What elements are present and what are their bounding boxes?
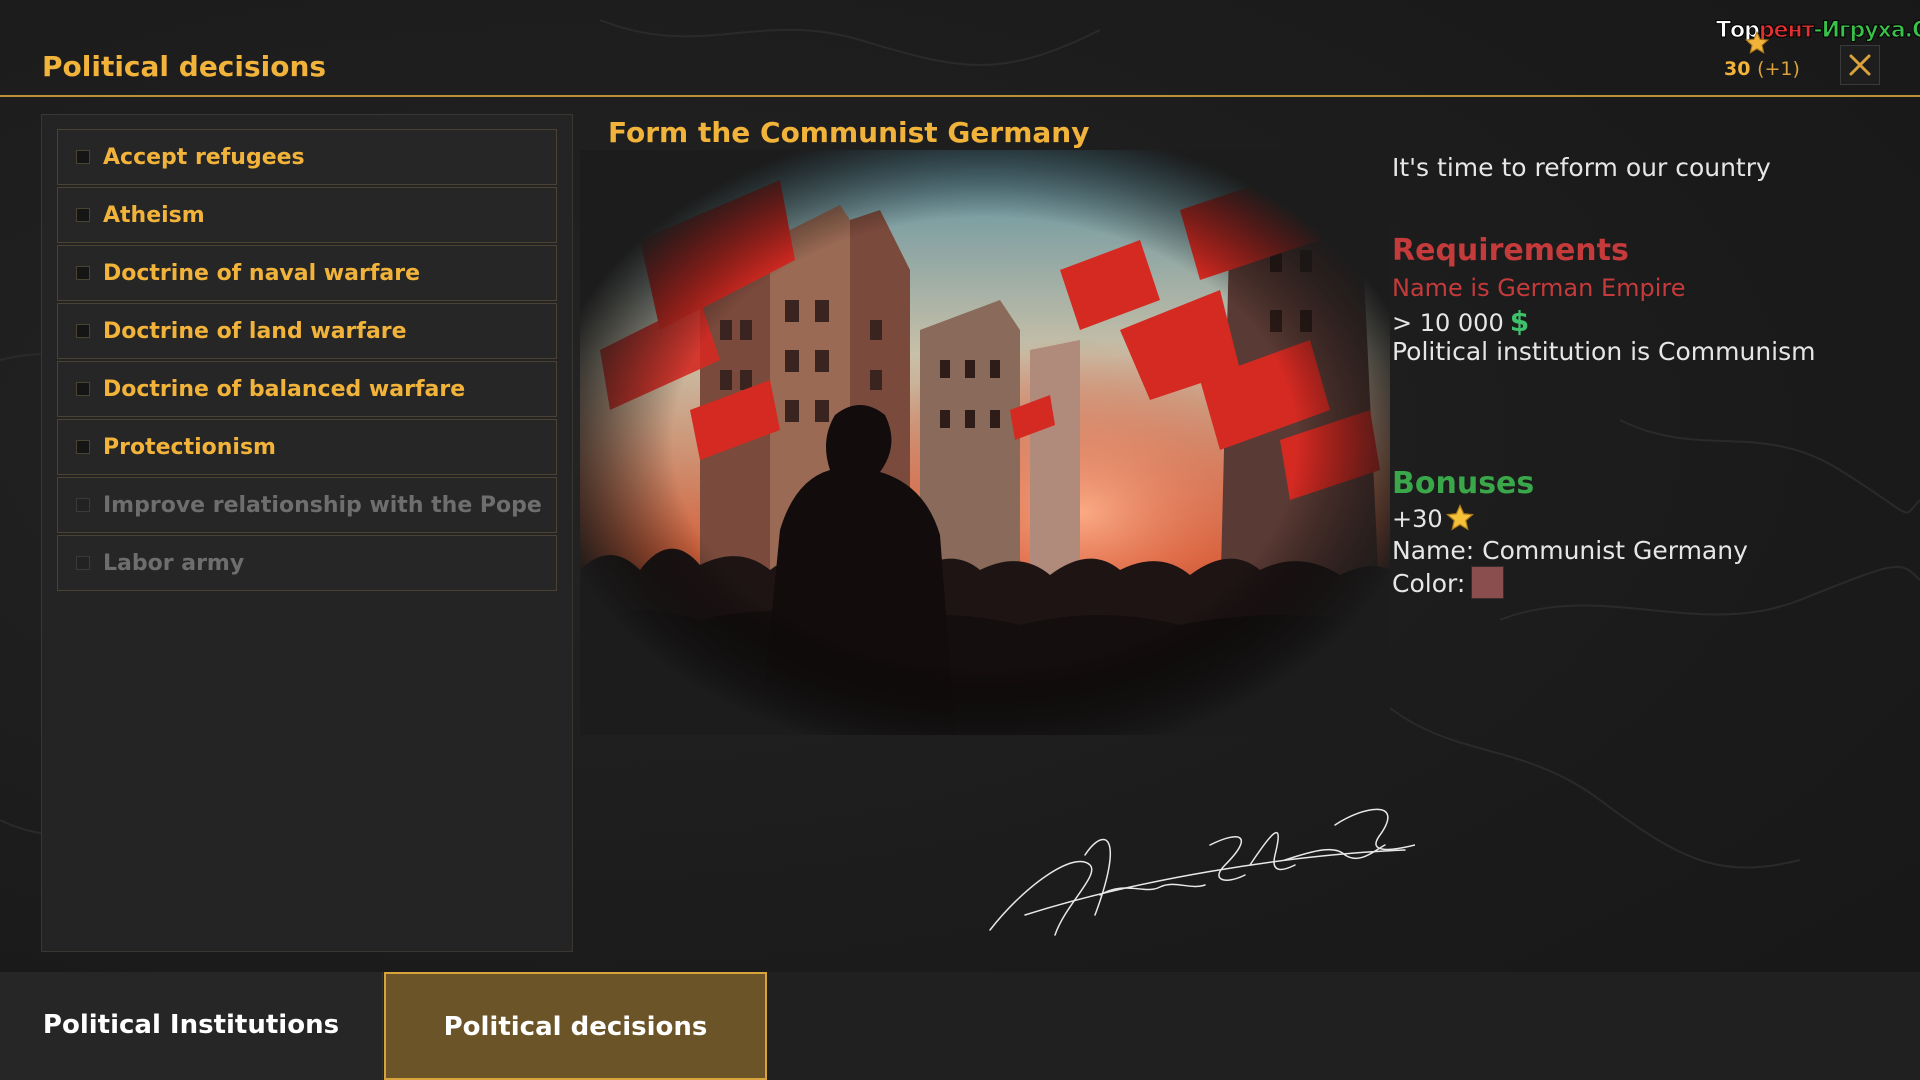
star-icon bbox=[1445, 503, 1474, 531]
requirement-money-value: > 10 000 bbox=[1392, 309, 1504, 337]
political-points-counter: 30 (+1) bbox=[1724, 58, 1800, 80]
bonus-name: Name: Communist Germany bbox=[1392, 536, 1748, 565]
decision-label: Labor army bbox=[103, 551, 245, 576]
dollar-icon: $ bbox=[1509, 305, 1530, 338]
decision-item-land-warfare[interactable]: Doctrine of land warfare bbox=[57, 303, 557, 359]
decision-label: Accept refugees bbox=[103, 145, 305, 170]
decision-title: Form the Communist Germany bbox=[608, 116, 1090, 149]
decision-label: Protectionism bbox=[103, 435, 276, 460]
star-icon bbox=[1744, 30, 1770, 54]
decisions-list: Accept refugees Atheism Doctrine of nava… bbox=[57, 129, 557, 593]
signature-image bbox=[989, 808, 1415, 936]
requirement-name: Name is German Empire bbox=[1392, 274, 1686, 302]
bonus-points: +30 bbox=[1392, 503, 1475, 533]
bottom-tab-bar: Political Institutions Political decisio… bbox=[0, 972, 1920, 1080]
decision-label: Doctrine of land warfare bbox=[103, 319, 407, 344]
decisions-list-panel: Accept refugees Atheism Doctrine of nava… bbox=[41, 114, 573, 952]
tab-political-institutions[interactable]: Political Institutions bbox=[0, 972, 383, 1080]
political-decisions-screen: Political decisions Торрент-Игруха.Орг 3… bbox=[0, 0, 1920, 1080]
bonus-color: Color: bbox=[1392, 566, 1505, 599]
points-delta: (+1) bbox=[1757, 58, 1800, 80]
requirements-heading: Requirements bbox=[1392, 233, 1629, 268]
close-button[interactable] bbox=[1840, 45, 1880, 85]
decision-checkbox[interactable] bbox=[76, 382, 90, 396]
tab-label: Political Institutions bbox=[42, 1010, 340, 1040]
decision-item-labor-army[interactable]: Labor army bbox=[57, 535, 557, 591]
requirement-money: > 10 000 $ bbox=[1392, 305, 1529, 338]
decision-checkbox[interactable] bbox=[76, 498, 90, 512]
decision-checkbox[interactable] bbox=[76, 150, 90, 164]
decision-label: Doctrine of naval warfare bbox=[103, 261, 421, 286]
decision-label: Improve relationship with the Pope bbox=[103, 493, 542, 518]
decision-item-pope-relationship[interactable]: Improve relationship with the Pope bbox=[57, 477, 557, 533]
bonus-points-value: +30 bbox=[1392, 505, 1443, 533]
decision-checkbox[interactable] bbox=[76, 324, 90, 338]
page-title: Political decisions bbox=[42, 50, 327, 83]
decision-description: It's time to reform our country bbox=[1392, 153, 1771, 182]
decision-checkbox[interactable] bbox=[76, 208, 90, 222]
decision-item-protectionism[interactable]: Protectionism bbox=[57, 419, 557, 475]
decision-illustration bbox=[580, 150, 1390, 735]
decision-checkbox[interactable] bbox=[76, 266, 90, 280]
tab-political-decisions[interactable]: Political decisions bbox=[384, 972, 767, 1080]
points-value: 30 bbox=[1724, 58, 1751, 80]
decision-checkbox[interactable] bbox=[76, 440, 90, 454]
decision-item-balanced-warfare[interactable]: Doctrine of balanced warfare bbox=[57, 361, 557, 417]
decision-label: Doctrine of balanced warfare bbox=[103, 377, 466, 402]
bonuses-heading: Bonuses bbox=[1392, 466, 1535, 501]
bonus-color-label: Color: bbox=[1392, 569, 1466, 598]
decision-item-accept-refugees[interactable]: Accept refugees bbox=[57, 129, 557, 185]
header-bar: Political decisions Торрент-Игруха.Орг 3… bbox=[0, 0, 1920, 97]
decision-item-atheism[interactable]: Atheism bbox=[57, 187, 557, 243]
decision-item-naval-warfare[interactable]: Doctrine of naval warfare bbox=[57, 245, 557, 301]
decision-label: Atheism bbox=[103, 203, 205, 228]
requirement-institution: Political institution is Communism bbox=[1392, 337, 1816, 366]
color-swatch bbox=[1471, 566, 1505, 599]
tab-label: Political decisions bbox=[443, 1012, 708, 1042]
decision-checkbox[interactable] bbox=[76, 556, 90, 570]
close-icon bbox=[1849, 54, 1871, 76]
